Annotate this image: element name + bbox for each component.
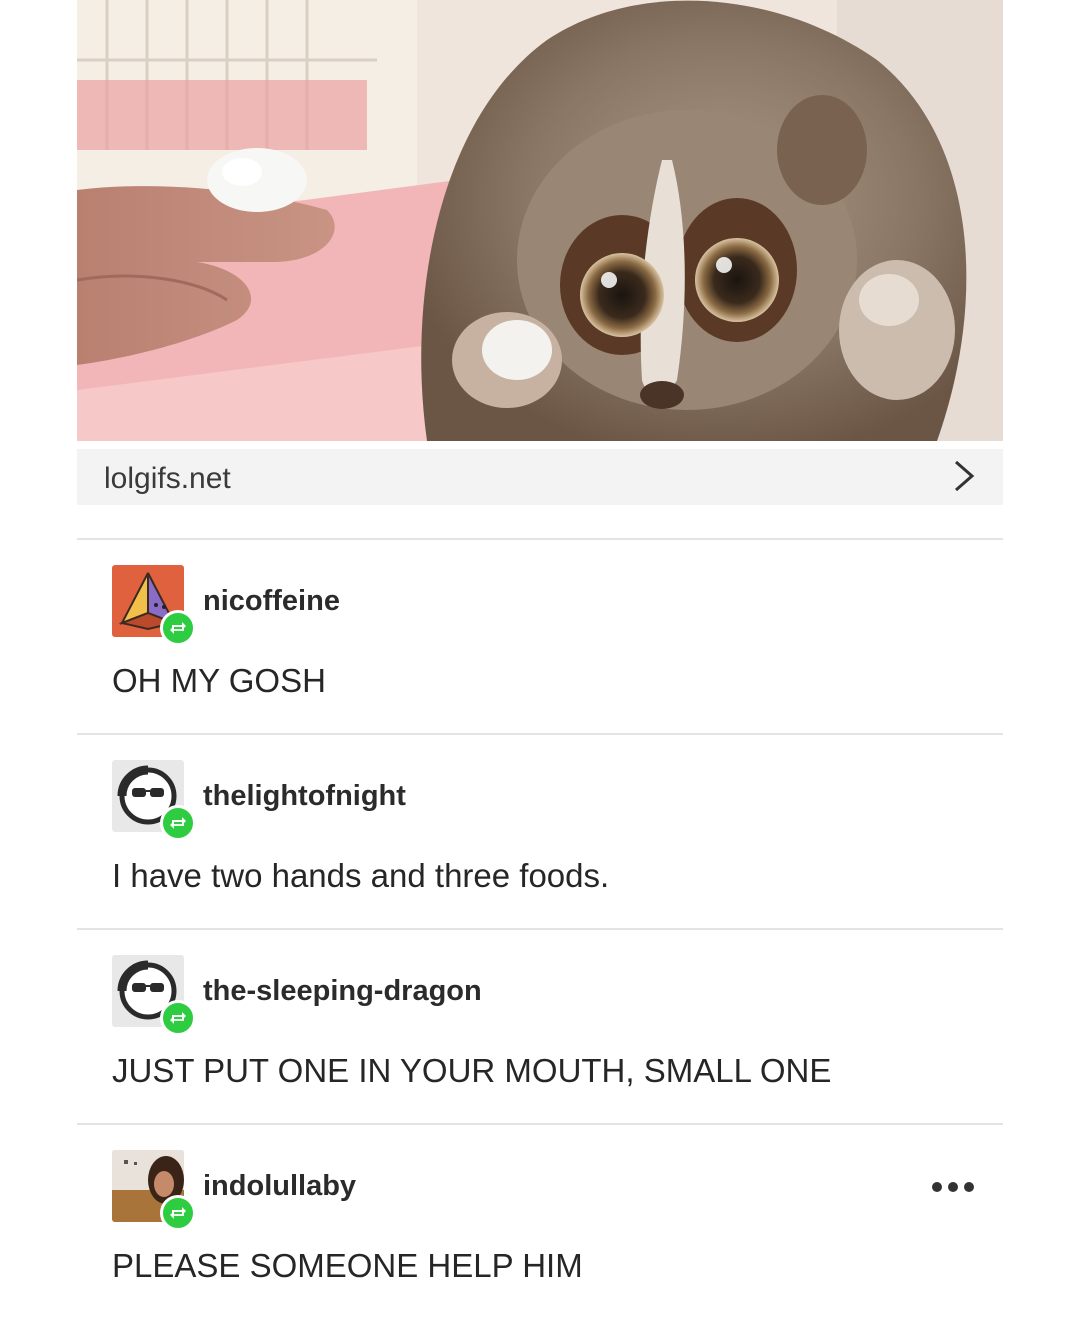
reblog-username[interactable]: indolullaby xyxy=(203,1170,356,1203)
reblog-entry: thelightofnight I have two hands and thr… xyxy=(77,735,1003,930)
avatar[interactable] xyxy=(112,1150,196,1231)
avatar[interactable] xyxy=(112,565,196,646)
reblog-icon xyxy=(160,1195,196,1231)
reblog-username[interactable]: the-sleeping-dragon xyxy=(203,975,482,1008)
reblog-username[interactable]: nicoffeine xyxy=(203,585,340,618)
reblog-text: JUST PUT ONE IN YOUR MOUTH, SMALL ONE xyxy=(112,1052,832,1089)
avatar[interactable] xyxy=(112,760,196,841)
source-link-bar[interactable]: lolgifs.net xyxy=(77,449,1003,505)
source-domain: lolgifs.net xyxy=(104,462,231,495)
reblog-icon xyxy=(160,610,196,646)
reblog-text: I have two hands and three foods. xyxy=(112,857,610,894)
reblog-text: PLEASE SOMEONE HELP HIM xyxy=(112,1247,583,1284)
reblog-entry: indolullaby PLEASE SOMEONE HELP HIM xyxy=(77,1125,1003,1320)
reblog-icon xyxy=(160,805,196,841)
reblog-entry: nicoffeine OH MY GOSH xyxy=(77,540,1003,735)
reblog-icon xyxy=(160,1000,196,1036)
chevron-right-icon xyxy=(955,460,975,492)
post-image-slow-loris[interactable] xyxy=(77,0,1003,441)
reblog-username[interactable]: thelightofnight xyxy=(203,780,406,813)
slow-loris-illustration xyxy=(77,0,1003,441)
reblog-text: OH MY GOSH xyxy=(112,662,326,699)
avatar[interactable] xyxy=(112,955,196,1036)
more-options-icon[interactable] xyxy=(931,1181,975,1193)
reblog-entry: the-sleeping-dragon JUST PUT ONE IN YOUR… xyxy=(77,930,1003,1125)
tumblr-post: lolgifs.net nicoffeine OH MY GOSH thelig… xyxy=(77,0,1003,1284)
